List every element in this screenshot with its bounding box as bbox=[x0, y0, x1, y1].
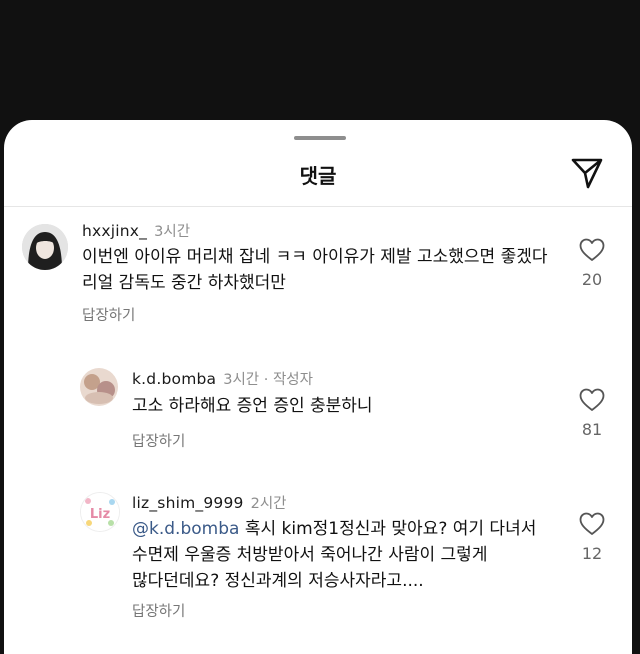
heart-icon[interactable] bbox=[579, 238, 605, 262]
svg-text:Liz: Liz bbox=[90, 507, 110, 522]
like-count: 20 bbox=[581, 270, 603, 289]
avatar[interactable] bbox=[22, 224, 68, 270]
reply-button[interactable]: 답장하기 bbox=[82, 304, 135, 325]
comment-time: 2시간 bbox=[250, 496, 287, 512]
header-divider bbox=[4, 206, 632, 207]
comment-username[interactable]: hxxjinx_ bbox=[82, 222, 147, 240]
like-count: 12 bbox=[581, 544, 603, 563]
send-icon[interactable] bbox=[570, 156, 604, 190]
comment-time: 3시간 bbox=[154, 224, 191, 240]
drag-handle[interactable] bbox=[294, 136, 346, 140]
comment-text: 이번엔 아이유 머리채 잡네 ㅋㅋ 아이유가 제발 고소했으면 좋겠다 리얼 감… bbox=[82, 247, 548, 293]
avatar[interactable]: Liz bbox=[80, 492, 120, 532]
like-count: 81 bbox=[581, 420, 603, 439]
comments-sheet: 댓글 hxxjinx_ 3시간 이번엔 아이유 머리채 잡네 ㅋㅋ 아이유가 제발… bbox=[4, 120, 632, 654]
comment-username[interactable]: liz_shim_9999 bbox=[132, 494, 244, 512]
heart-icon[interactable] bbox=[579, 388, 605, 412]
comment-time: 3시간 · 작성자 bbox=[223, 372, 313, 388]
reply-button[interactable]: 답장하기 bbox=[132, 430, 185, 451]
reply-button[interactable]: 답장하기 bbox=[132, 600, 185, 621]
comment-text: @k.d.bomba 혹시 kim정1정신과 맞아요? 여기 다녀서 수면제 우… bbox=[132, 516, 552, 594]
comment-username[interactable]: k.d.bomba bbox=[132, 370, 216, 388]
heart-icon[interactable] bbox=[579, 512, 605, 536]
comment-text: 고소 하라해요 증언 증인 충분하니 bbox=[132, 396, 373, 416]
avatar[interactable] bbox=[80, 368, 118, 406]
mention-link[interactable]: @k.d.bomba bbox=[132, 519, 239, 539]
sheet-title: 댓글 bbox=[299, 164, 337, 188]
